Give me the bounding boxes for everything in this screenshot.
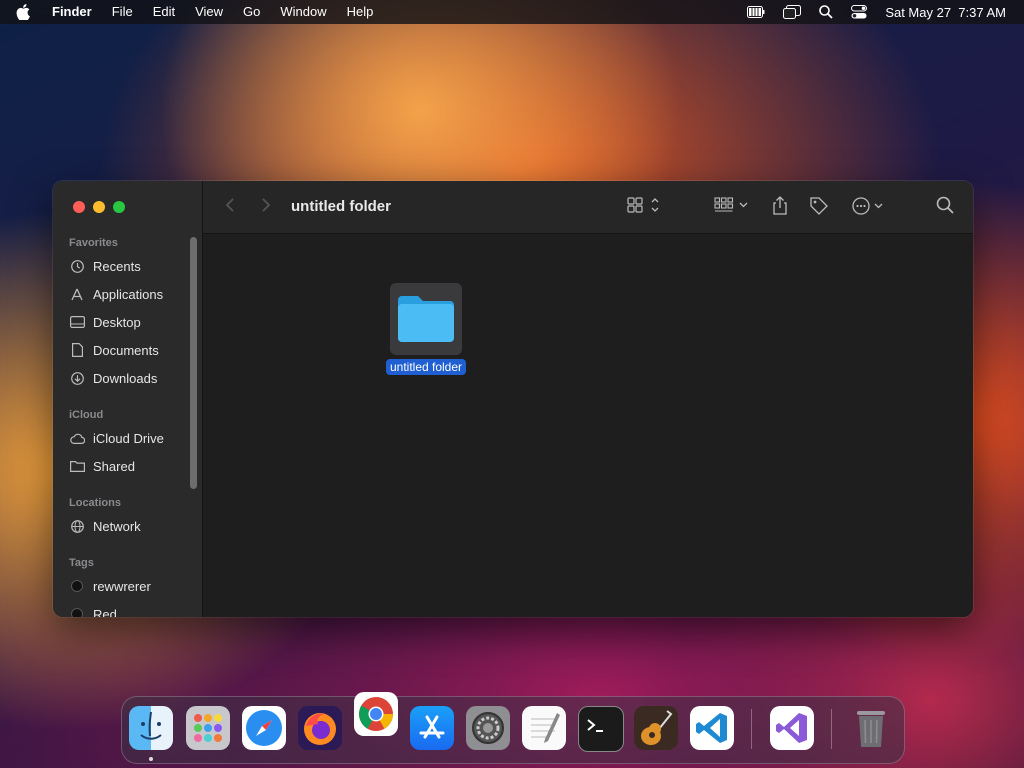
- menu-edit[interactable]: Edit: [143, 0, 185, 24]
- shared-folder-icon: [69, 458, 85, 474]
- sidebar-item-icloud-drive[interactable]: iCloud Drive: [69, 427, 164, 449]
- sidebar-item-label: Desktop: [93, 314, 141, 330]
- forward-button[interactable]: [261, 197, 271, 213]
- spotlight-search-icon[interactable]: [819, 5, 833, 19]
- folder-name-label[interactable]: untitled folder: [385, 359, 467, 375]
- apple-menu-icon[interactable]: [16, 4, 38, 20]
- group-button[interactable]: [714, 196, 752, 214]
- menu-finder[interactable]: Finder: [42, 0, 102, 24]
- minimize-button[interactable]: [93, 201, 105, 213]
- search-button[interactable]: [936, 196, 954, 214]
- view-mode-button[interactable]: [627, 196, 661, 214]
- clock[interactable]: Sat May 27 7:37 AM: [885, 5, 1006, 20]
- dock-running-indicator: [149, 757, 153, 761]
- sidebar-item-label: Network: [93, 518, 141, 534]
- folder-item[interactable]: untitled folder: [379, 283, 473, 376]
- dock-separator: [751, 709, 752, 749]
- sidebar-section-favorites: Favorites: [69, 237, 118, 249]
- globe-icon: [69, 518, 85, 534]
- download-icon: [69, 370, 85, 386]
- sidebar-item-label: Downloads: [93, 370, 158, 386]
- dock-separator: [831, 709, 832, 749]
- cloud-icon: [69, 430, 85, 446]
- folder-thumbnail[interactable]: [390, 283, 462, 355]
- ellipsis-circle-icon: [852, 197, 883, 215]
- chevron-left-icon: [225, 198, 234, 212]
- sidebar-item-shared[interactable]: Shared: [69, 455, 135, 477]
- window-controls: [73, 201, 125, 213]
- sidebar-item-label: Documents: [93, 342, 159, 358]
- share-icon: [773, 196, 787, 215]
- sidebar-item-applications[interactable]: Applications: [69, 283, 163, 305]
- sidebar-item-downloads[interactable]: Downloads: [69, 367, 157, 389]
- dock-textedit-icon[interactable]: [522, 706, 566, 750]
- sidebar-item-label: Applications: [93, 286, 164, 302]
- tag-button[interactable]: [809, 196, 829, 216]
- sidebar-section-tags: Tags: [69, 557, 94, 569]
- tag-icon: [810, 197, 828, 215]
- dock-trash-icon[interactable]: [849, 706, 893, 750]
- sidebar-item-label: Recents: [93, 258, 141, 274]
- menu-window[interactable]: Window: [270, 0, 336, 24]
- document-icon: [69, 342, 85, 358]
- clock-icon: [69, 258, 85, 274]
- icon-view-grid-icon: [627, 197, 659, 213]
- window-title: untitled folder: [291, 198, 391, 215]
- sidebar-section-locations: Locations: [69, 497, 121, 509]
- toolbar: untitled folder: [203, 181, 973, 234]
- sidebar-item-network[interactable]: Network: [69, 515, 141, 537]
- sidebar-item-documents[interactable]: Documents: [69, 339, 159, 361]
- back-button[interactable]: [225, 197, 235, 213]
- dock-chrome-icon[interactable]: [354, 692, 398, 736]
- sidebar-item-label: rewwrerer: [93, 578, 151, 594]
- group-icon: [714, 197, 748, 212]
- sidebar-item-tag-red[interactable]: Red: [69, 603, 117, 617]
- dock-system-settings-icon[interactable]: [466, 706, 510, 750]
- sidebar-item-tag-rewwrerer[interactable]: rewwrerer: [69, 575, 151, 597]
- dock: [121, 692, 905, 764]
- menu-help[interactable]: Help: [337, 0, 384, 24]
- maximize-button[interactable]: [113, 201, 125, 213]
- sidebar-section-icloud: iCloud: [69, 409, 104, 421]
- applications-icon: [69, 286, 85, 302]
- sidebar-scrollbar[interactable]: [190, 237, 197, 489]
- dock-safari-icon[interactable]: [242, 706, 286, 750]
- tag-dot-icon: [69, 606, 85, 617]
- file-browser-content[interactable]: untitled folder: [203, 234, 973, 617]
- screen-mirroring-icon[interactable]: [783, 5, 802, 19]
- dock-firefox-icon[interactable]: [298, 706, 342, 750]
- dock-launchpad-icon[interactable]: [186, 706, 230, 750]
- dock-garageband-icon[interactable]: [634, 706, 678, 750]
- dock-finder-icon[interactable]: [129, 706, 173, 750]
- close-button[interactable]: [73, 201, 85, 213]
- control-center-icon[interactable]: [851, 5, 868, 19]
- dock-vscode-icon[interactable]: [690, 706, 734, 750]
- dock-visual-studio-icon[interactable]: [770, 706, 814, 750]
- battery-icon[interactable]: [747, 6, 765, 18]
- desktop-icon: [69, 314, 85, 330]
- sidebar-item-recents[interactable]: Recents: [69, 255, 141, 277]
- dock-app-store-icon[interactable]: [410, 706, 454, 750]
- share-button[interactable]: [771, 196, 789, 216]
- sidebar: Favorites Recents Applications Desktop D…: [53, 181, 203, 617]
- menu-go[interactable]: Go: [233, 0, 270, 24]
- sidebar-item-label: iCloud Drive: [93, 430, 164, 446]
- folder-icon: [398, 296, 454, 342]
- sidebar-item-label: Shared: [93, 458, 135, 474]
- menu-file[interactable]: File: [102, 0, 143, 24]
- menu-bar: Finder File Edit View Go Window Help Sat…: [0, 0, 1024, 24]
- finder-window: Favorites Recents Applications Desktop D…: [53, 181, 973, 617]
- sidebar-item-desktop[interactable]: Desktop: [69, 311, 141, 333]
- search-icon: [936, 196, 954, 214]
- tag-dot-icon: [69, 578, 85, 594]
- dock-terminal-icon[interactable]: [578, 706, 624, 752]
- action-menu-button[interactable]: [851, 196, 887, 216]
- menu-view[interactable]: View: [185, 0, 233, 24]
- chevron-right-icon: [262, 198, 271, 212]
- sidebar-item-label: Red: [93, 606, 117, 618]
